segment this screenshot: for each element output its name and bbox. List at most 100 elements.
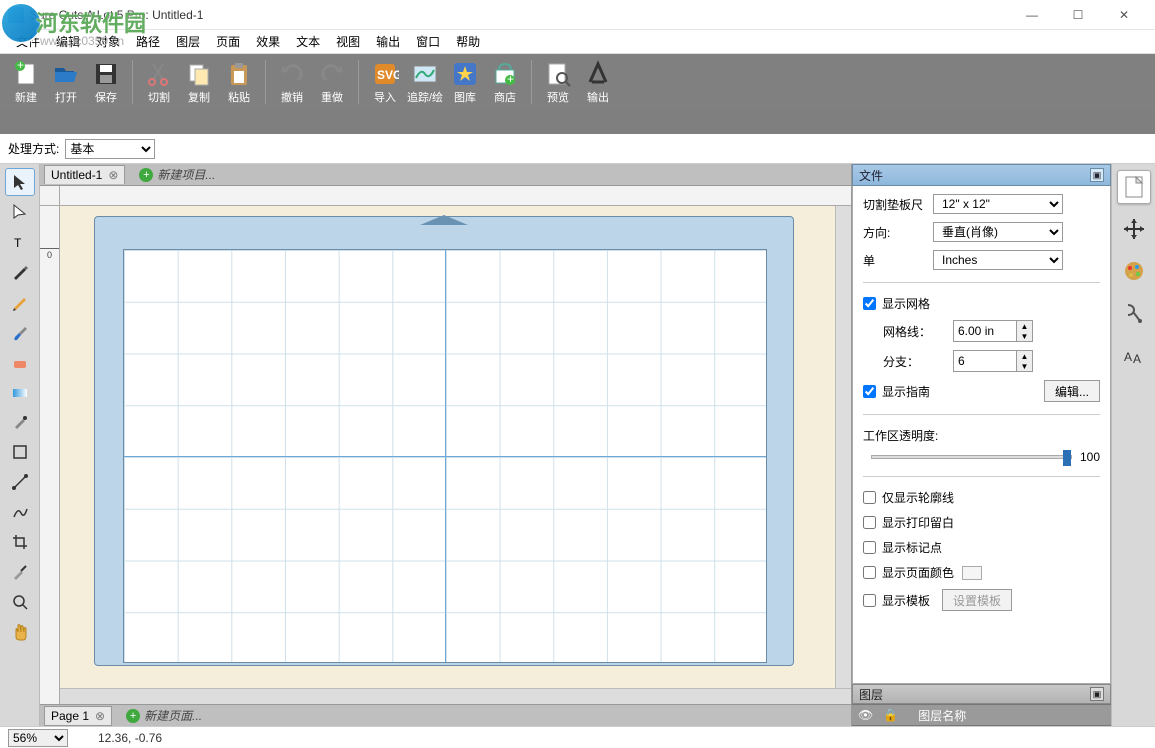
menu-窗口[interactable]: 窗口 — [408, 31, 448, 52]
scrollbar-horizontal[interactable] — [60, 688, 851, 704]
grid-lines-input[interactable] — [954, 321, 1016, 341]
layers-header: 图层 ▣ — [852, 684, 1111, 704]
center-guide-v — [445, 250, 446, 662]
tool-pen[interactable] — [5, 258, 35, 286]
new-page-label: 新建页面... — [144, 707, 202, 724]
menu-输出[interactable]: 输出 — [368, 31, 408, 52]
copy-icon — [185, 60, 213, 88]
toolbar-undo-button[interactable]: 撤销 — [272, 58, 312, 106]
subdiv-spinner[interactable]: ▲▼ — [953, 350, 1033, 372]
toolbar-save-button[interactable]: 保存 — [86, 58, 126, 106]
tool-knife[interactable] — [5, 558, 35, 586]
menu-页面[interactable]: 页面 — [208, 31, 248, 52]
menu-帮助[interactable]: 帮助 — [448, 31, 488, 52]
tool-select[interactable] — [5, 168, 35, 196]
tool-eraser[interactable] — [5, 348, 35, 376]
tool-crop[interactable] — [5, 528, 35, 556]
page-area[interactable] — [123, 249, 767, 663]
units-select[interactable]: Inches — [933, 250, 1063, 270]
show-grid-label: 显示网格 — [882, 295, 930, 312]
tool-eyedrop[interactable] — [5, 408, 35, 436]
style-panel-icon[interactable] — [1117, 296, 1151, 330]
subdiv-input[interactable] — [954, 351, 1016, 371]
grid-lines-spinner[interactable]: ▲▼ — [953, 320, 1033, 342]
close-button[interactable]: ✕ — [1101, 0, 1147, 30]
tool-brush[interactable] — [5, 318, 35, 346]
document-tab-active[interactable]: Untitled-1 ⊗ — [44, 165, 125, 184]
spin-down-icon[interactable]: ▼ — [1016, 331, 1032, 341]
show-guides-checkbox[interactable] — [863, 385, 876, 398]
toolbar-cut-button[interactable]: 切割 — [139, 58, 179, 106]
toolbar-copy-button[interactable]: 复制 — [179, 58, 219, 106]
panel-collapse-icon[interactable]: ▣ — [1090, 168, 1104, 182]
menu-效果[interactable]: 效果 — [248, 31, 288, 52]
page-color-swatch[interactable] — [962, 566, 982, 580]
menu-文本[interactable]: 文本 — [288, 31, 328, 52]
toolbar-store-button[interactable]: +商店 — [485, 58, 525, 106]
toolbar-preview-button[interactable]: 预览 — [538, 58, 578, 106]
preview-icon — [544, 60, 572, 88]
toolbar-new-button[interactable]: +新建 — [6, 58, 46, 106]
process-mode-select[interactable]: 基本 — [65, 139, 155, 159]
toolbar-open-button[interactable]: 打开 — [46, 58, 86, 106]
show-grid-checkbox[interactable] — [863, 297, 876, 310]
new-project-tab[interactable]: + 新建项目... — [133, 164, 221, 185]
toolbar-new-label: 新建 — [15, 89, 37, 105]
minimize-button[interactable]: — — [1009, 0, 1055, 30]
tool-text[interactable]: T — [5, 228, 35, 256]
show-reg-label: 显示标记点 — [882, 539, 942, 556]
panel-title: 文件 — [859, 167, 883, 184]
workspace[interactable] — [60, 206, 835, 688]
tool-pencil[interactable] — [5, 288, 35, 316]
tool-gradient[interactable] — [5, 378, 35, 406]
show-template-checkbox[interactable] — [863, 594, 876, 607]
toolbar-import-button[interactable]: SVG导入 — [365, 58, 405, 106]
toolbar-export-button[interactable]: 输出 — [578, 58, 618, 106]
page-tab-active[interactable]: Page 1 ⊗ — [44, 706, 112, 726]
edit-guides-button[interactable]: 编辑... — [1044, 380, 1100, 402]
tool-shape[interactable] — [5, 438, 35, 466]
toolbar-paste-button[interactable]: 粘贴 — [219, 58, 259, 106]
outline-only-checkbox[interactable] — [863, 491, 876, 504]
tool-hand[interactable] — [5, 618, 35, 646]
close-tab-icon[interactable]: ⊗ — [108, 168, 118, 182]
show-color-checkbox[interactable] — [863, 566, 876, 579]
layers-collapse-icon[interactable]: ▣ — [1090, 687, 1104, 701]
print-margin-checkbox[interactable] — [863, 516, 876, 529]
menu-文件[interactable]: 文件 — [8, 31, 48, 52]
maximize-button[interactable]: ☐ — [1055, 0, 1101, 30]
tool-zoom[interactable] — [5, 588, 35, 616]
toolbar-shapes-button[interactable]: 图库 — [445, 58, 485, 106]
new-page-tab[interactable]: + 新建页面... — [120, 705, 208, 726]
toolbar-trace-button[interactable]: 追踪/绘 — [405, 58, 445, 106]
menu-视图[interactable]: 视图 — [328, 31, 368, 52]
show-color-label: 显示页面颜色 — [882, 564, 954, 581]
mat-size-select[interactable]: 12" x 12" — [933, 194, 1063, 214]
document-panel-icon[interactable] — [1117, 170, 1151, 204]
fill-panel-icon[interactable] — [1117, 254, 1151, 288]
toolbar-redo-button[interactable]: 重做 — [312, 58, 352, 106]
menu-对象[interactable]: 对象 — [88, 31, 128, 52]
scrollbar-vertical[interactable] — [835, 206, 851, 688]
orientation-select[interactable]: 垂直(肖像) — [933, 222, 1063, 242]
panel-header-file: 文件 ▣ — [852, 164, 1111, 186]
spin-up-icon[interactable]: ▲ — [1016, 321, 1032, 331]
spin-up-icon[interactable]: ▲ — [1016, 351, 1032, 361]
text-panel-icon[interactable]: AA — [1117, 338, 1151, 372]
toolbar-store-label: 商店 — [494, 89, 516, 105]
tool-edit-node[interactable] — [5, 198, 35, 226]
tool-line[interactable] — [5, 468, 35, 496]
menu-路径[interactable]: 路径 — [128, 31, 168, 52]
tool-draw[interactable] — [5, 498, 35, 526]
close-page-icon[interactable]: ⊗ — [95, 709, 105, 723]
properties-panel: 文件 ▣ 切割垫板尺 12" x 12" 方向: 垂直(肖像) 单 Inches… — [851, 164, 1111, 726]
spin-down-icon[interactable]: ▼ — [1016, 361, 1032, 371]
outline-only-label: 仅显示轮廓线 — [882, 489, 954, 506]
position-panel-icon[interactable] — [1117, 212, 1151, 246]
page-tab-label: Page 1 — [51, 709, 89, 723]
zoom-select[interactable]: 56% — [8, 729, 68, 747]
menu-编辑[interactable]: 编辑 — [48, 31, 88, 52]
opacity-slider[interactable] — [871, 455, 1072, 459]
show-reg-checkbox[interactable] — [863, 541, 876, 554]
menu-图层[interactable]: 图层 — [168, 31, 208, 52]
